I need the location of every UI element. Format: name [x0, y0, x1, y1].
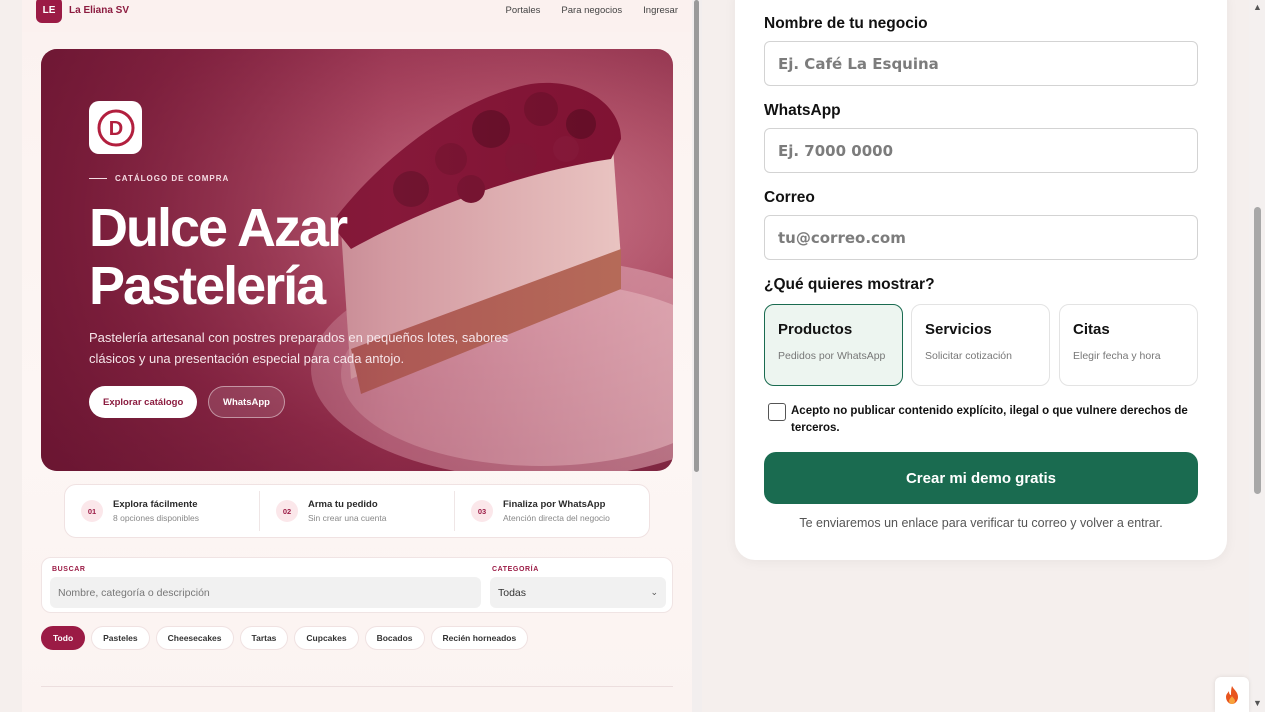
chip-cheesecakes[interactable]: Cheesecakes	[155, 626, 234, 650]
step-title: Finaliza por WhatsApp	[503, 499, 606, 510]
preview-scrollbar[interactable]	[692, 0, 702, 712]
category-select[interactable]: Todas ⌄	[490, 577, 666, 608]
step-number: 02	[276, 500, 298, 522]
step-number: 03	[471, 500, 493, 522]
verification-hint: Te enviaremos un enlace para verificar t…	[799, 516, 1163, 530]
scroll-up-icon[interactable]: ▲	[1253, 2, 1262, 12]
option-servicios[interactable]: Servicios Solicitar cotización	[911, 304, 1050, 386]
step-item: 02 Arma tu pedido Sin crear una cuenta	[260, 491, 455, 531]
create-demo-button[interactable]: Crear mi demo gratis	[764, 452, 1198, 504]
brand-name[interactable]: La Eliana SV	[69, 5, 129, 16]
scroll-down-icon[interactable]: ▼	[1253, 698, 1262, 708]
option-productos[interactable]: Productos Pedidos por WhatsApp	[764, 304, 903, 386]
email-input[interactable]	[764, 215, 1198, 260]
preview-scrollbar-thumb[interactable]	[694, 0, 699, 472]
catalog-preview: LE La Eliana SV Portales Para negocios I…	[22, 0, 692, 712]
svg-text:D: D	[108, 118, 122, 140]
explore-catalog-button[interactable]: Explorar catálogo	[89, 386, 198, 418]
whatsapp-label: WhatsApp	[764, 102, 841, 119]
step-subtitle: Atención directa del negocio	[503, 513, 610, 523]
nav-link-ingresar[interactable]: Ingresar	[643, 5, 678, 16]
step-title: Explora fácilmente	[113, 499, 198, 510]
brand-logo[interactable]: LE	[36, 0, 62, 23]
step-subtitle: 8 opciones disponibles	[113, 513, 200, 523]
chip-cupcakes[interactable]: Cupcakes	[294, 626, 359, 650]
chip-tartas[interactable]: Tartas	[239, 626, 289, 650]
option-subtitle: Pedidos por WhatsApp	[778, 350, 886, 362]
nav-link-para-negocios[interactable]: Para negocios	[561, 5, 622, 16]
search-panel: BUSCAR Nombre, categoría o descripción C…	[41, 557, 673, 613]
terms-checkbox[interactable]	[768, 403, 786, 421]
page-scrollbar-thumb[interactable]	[1254, 207, 1261, 494]
fire-icon	[1226, 685, 1238, 704]
store-logo-icon: D	[97, 109, 134, 146]
category-chips: Todo Pasteles Cheesecakes Tartas Cupcake…	[41, 626, 529, 650]
steps-bar: 01 Explora fácilmente 8 opciones disponi…	[64, 484, 650, 538]
business-name-input[interactable]	[764, 41, 1198, 86]
page-scrollbar[interactable]: ▲ ▼	[1249, 0, 1265, 712]
option-subtitle: Solicitar cotización	[925, 350, 1012, 362]
step-title: Arma tu pedido	[308, 499, 378, 510]
store-logo: D	[89, 101, 142, 154]
nav-links: Portales Para negocios Ingresar	[506, 5, 678, 16]
whatsapp-button[interactable]: WhatsApp	[208, 386, 285, 418]
hero-eyebrow: CATÁLOGO DE COMPRA	[89, 174, 229, 183]
nav-link-portales[interactable]: Portales	[506, 5, 541, 16]
chevron-down-icon: ⌄	[650, 587, 658, 597]
business-name-label: Nombre de tu negocio	[764, 15, 928, 32]
preview-top-nav: LE La Eliana SV Portales Para negocios I…	[22, 0, 692, 32]
chip-todo[interactable]: Todo	[41, 626, 86, 650]
whatsapp-input[interactable]	[764, 128, 1198, 173]
option-subtitle: Elegir fecha y hora	[1073, 350, 1161, 362]
fire-widget-button[interactable]	[1215, 677, 1249, 712]
hero-description: Pastelería artesanal con postres prepara…	[89, 330, 509, 366]
email-label: Correo	[764, 189, 815, 206]
hero-title: Dulce Azar Pastelería	[89, 198, 348, 316]
search-label: BUSCAR	[52, 566, 86, 573]
option-title: Productos	[778, 321, 853, 338]
hero-banner: D CATÁLOGO DE COMPRA Dulce Azar Pasteler…	[41, 49, 673, 471]
option-title: Servicios	[925, 321, 992, 338]
step-item: 03 Finaliza por WhatsApp Atención direct…	[455, 491, 649, 531]
divider	[41, 686, 673, 687]
category-label: CATEGORÍA	[492, 566, 539, 573]
step-subtitle: Sin crear una cuenta	[308, 513, 387, 523]
chip-recien-horneados[interactable]: Recién horneados	[430, 626, 529, 650]
step-item: 01 Explora fácilmente 8 opciones disponi…	[65, 491, 260, 531]
search-input[interactable]: Nombre, categoría o descripción	[50, 577, 481, 608]
show-type-label: ¿Qué quieres mostrar?	[764, 276, 935, 293]
terms-label: Acepto no publicar contenido explícito, …	[791, 405, 1188, 434]
option-citas[interactable]: Citas Elegir fecha y hora	[1059, 304, 1198, 386]
category-value: Todas	[498, 586, 527, 599]
chip-pasteles[interactable]: Pasteles	[91, 626, 150, 650]
step-number: 01	[81, 500, 103, 522]
option-title: Citas	[1073, 321, 1110, 338]
chip-bocados[interactable]: Bocados	[364, 626, 425, 650]
